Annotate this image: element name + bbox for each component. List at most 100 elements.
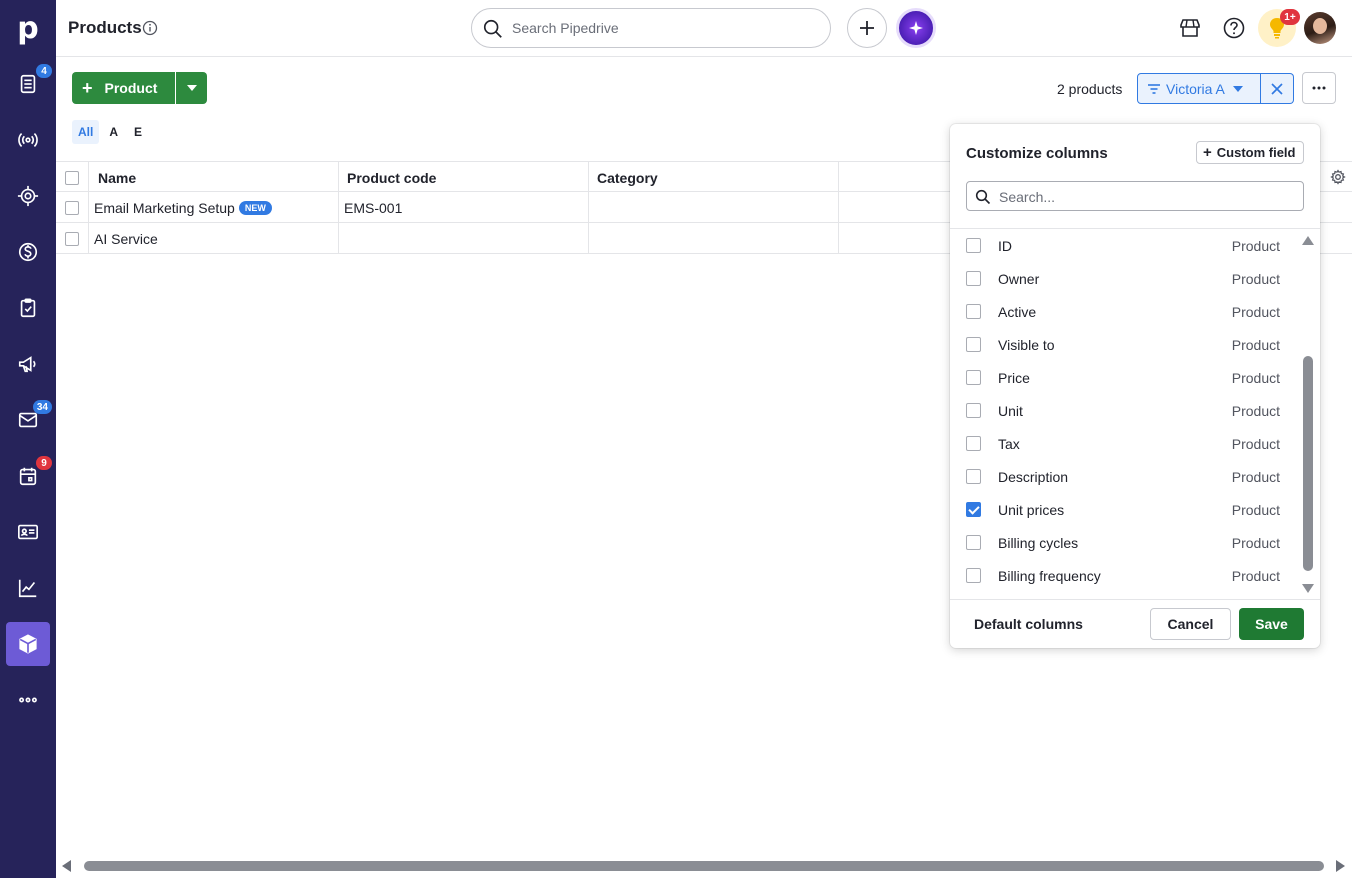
sidebar-item-leads[interactable]: 4	[6, 62, 52, 106]
column-checkbox[interactable]	[966, 304, 981, 319]
column-option[interactable]: Billing cycles Product	[950, 526, 1300, 559]
column-checkbox[interactable]	[966, 568, 981, 583]
plus-icon: +	[1203, 144, 1212, 161]
row-select-cell	[56, 192, 89, 223]
alphabet-filter: All A E	[72, 120, 152, 144]
cell-product-code[interactable]: EMS-001	[339, 192, 589, 223]
search-icon	[483, 19, 502, 38]
cell-category[interactable]	[589, 192, 839, 223]
column-option[interactable]: ID Product	[950, 229, 1300, 262]
column-checkbox[interactable]	[966, 370, 981, 385]
column-option[interactable]: Owner Product	[950, 262, 1300, 295]
clear-filter-button[interactable]	[1261, 73, 1294, 104]
dollar-icon	[18, 242, 38, 262]
column-option-type: Product	[1231, 270, 1280, 287]
select-all-cell	[56, 162, 89, 193]
columns-search-input[interactable]	[999, 187, 1289, 207]
default-columns-button[interactable]: Default columns	[966, 608, 1091, 640]
scroll-left-arrow[interactable]	[62, 860, 71, 872]
info-icon[interactable]	[142, 20, 158, 36]
letter-filter-e[interactable]: E	[128, 120, 148, 144]
column-option-type: Product	[1231, 435, 1280, 452]
ai-assistant-button[interactable]	[896, 8, 936, 48]
scroll-right-arrow[interactable]	[1336, 860, 1345, 872]
scroll-up-arrow[interactable]	[1302, 236, 1314, 245]
add-product-button[interactable]: + Product	[72, 72, 175, 104]
column-checkbox[interactable]	[966, 535, 981, 550]
custom-field-button[interactable]: + Custom field	[1196, 141, 1304, 164]
product-name[interactable]: Email Marketing Setup	[94, 200, 235, 216]
column-header-product-code[interactable]: Product code	[339, 162, 589, 193]
contact-card-icon	[18, 524, 38, 540]
horizontal-scrollbar[interactable]	[84, 861, 1324, 871]
add-product-dropdown[interactable]	[176, 72, 207, 104]
column-option[interactable]: Billing frequency Product	[950, 559, 1300, 592]
column-option-type: Product	[1231, 534, 1280, 551]
sidebar-item-more[interactable]	[6, 678, 50, 722]
sidebar-item-money[interactable]	[6, 230, 50, 274]
column-checkbox[interactable]	[966, 502, 981, 517]
sidebar-badge: 34	[32, 400, 52, 414]
column-checkbox[interactable]	[966, 469, 981, 484]
column-option-label: Billing cycles	[998, 534, 1079, 551]
column-checkbox[interactable]	[966, 271, 981, 286]
cancel-button[interactable]: Cancel	[1150, 608, 1231, 640]
filter-icon	[1148, 83, 1160, 94]
field-list-scrollbar[interactable]	[1303, 356, 1313, 571]
sidebar-item-campaigns-radio[interactable]	[6, 118, 50, 162]
row-checkbox[interactable]	[65, 231, 79, 246]
global-search[interactable]	[471, 8, 831, 48]
column-header-name[interactable]: Name	[89, 162, 339, 193]
search-input[interactable]	[512, 17, 812, 39]
column-checkbox[interactable]	[966, 403, 981, 418]
column-option[interactable]: Active Product	[950, 295, 1300, 328]
column-checkbox[interactable]	[966, 436, 981, 451]
sidebar-item-insights[interactable]	[6, 566, 50, 610]
sidebar-item-mail[interactable]: 34	[6, 398, 52, 442]
column-checkbox[interactable]	[966, 238, 981, 253]
select-all-checkbox[interactable]	[65, 170, 79, 185]
column-option[interactable]: Description Product	[950, 460, 1300, 493]
save-button[interactable]: Save	[1239, 608, 1304, 640]
owner-filter[interactable]: Victoria A	[1137, 73, 1261, 104]
cell-name[interactable]: Email Marketing Setup NEW	[89, 192, 339, 223]
target-icon	[17, 185, 39, 207]
letter-filter-a[interactable]: A	[103, 120, 124, 144]
sidebar-badge: 4	[36, 64, 52, 78]
column-option[interactable]: Unit prices Product	[950, 493, 1300, 526]
sidebar-item-deals[interactable]	[6, 174, 50, 218]
new-badge: NEW	[238, 200, 272, 215]
sidebar-item-campaigns[interactable]	[6, 342, 50, 386]
column-option-type: Product	[1231, 237, 1280, 254]
marketplace-icon[interactable]	[1178, 16, 1202, 40]
more-actions-button[interactable]	[1302, 72, 1336, 104]
column-header-category[interactable]: Category	[589, 162, 839, 193]
cell-category[interactable]	[589, 223, 839, 254]
topbar: Products 1+	[56, 0, 1352, 57]
letter-filter-all[interactable]: All	[72, 120, 100, 144]
column-option[interactable]: Visible to Product	[950, 328, 1300, 361]
quick-add-button[interactable]	[847, 8, 887, 48]
column-option[interactable]: Price Product	[950, 361, 1300, 394]
sidebar-item-activities[interactable]	[6, 286, 50, 330]
column-option-label: Visible to	[998, 336, 1055, 353]
sidebar-item-calendar[interactable]: 9	[6, 454, 52, 498]
box-icon	[19, 634, 37, 654]
leads-icon	[20, 74, 36, 94]
columns-search[interactable]	[966, 181, 1304, 211]
pipedrive-logo[interactable]: p	[0, 0, 56, 56]
user-avatar[interactable]	[1304, 12, 1336, 44]
column-option-label: ID	[998, 237, 1012, 254]
column-option[interactable]: Unit Product	[950, 394, 1300, 427]
sidebar-item-contacts[interactable]	[6, 510, 50, 554]
cell-product-code[interactable]	[339, 223, 589, 254]
gear-icon[interactable]	[1330, 169, 1346, 185]
cell-name[interactable]: AI Service	[89, 223, 339, 254]
column-option[interactable]: Tax Product	[950, 427, 1300, 460]
column-checkbox[interactable]	[966, 337, 981, 352]
row-checkbox[interactable]	[65, 200, 79, 215]
product-name[interactable]: AI Service	[94, 231, 158, 247]
help-icon[interactable]	[1222, 16, 1246, 40]
sidebar-item-products[interactable]	[6, 622, 50, 666]
scroll-down-arrow[interactable]	[1302, 584, 1314, 593]
